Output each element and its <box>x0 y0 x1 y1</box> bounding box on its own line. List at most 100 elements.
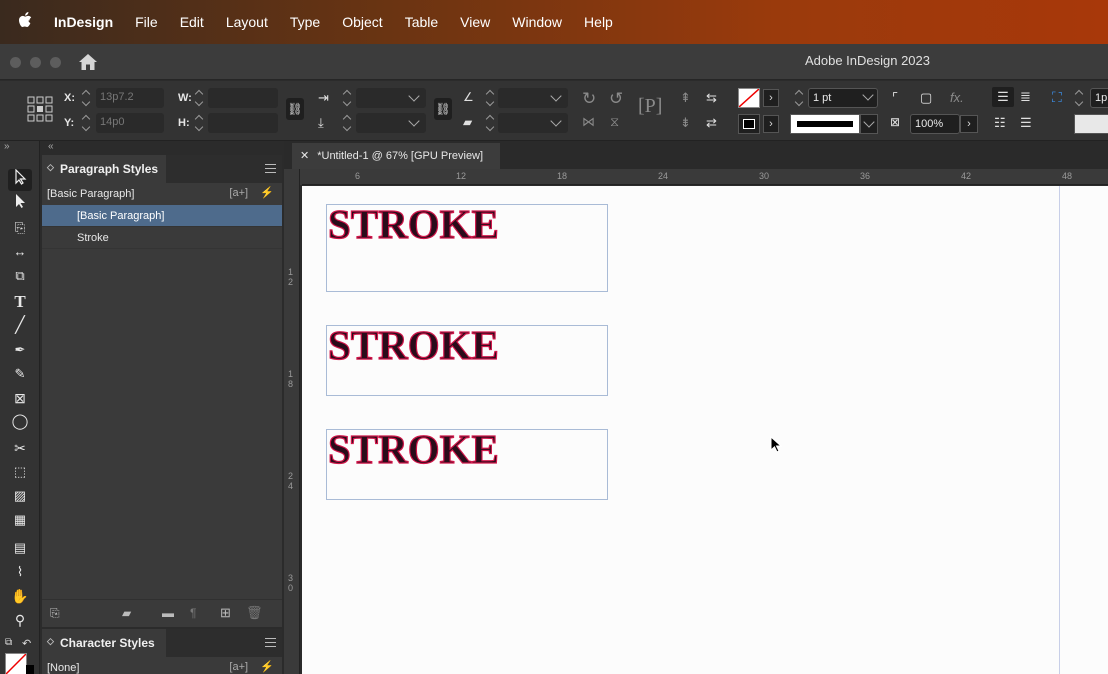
text-frame[interactable]: STROKE <box>326 428 608 500</box>
scale-x-stepper[interactable] <box>342 89 352 107</box>
hand-tool-icon[interactable]: ✋ <box>8 585 32 607</box>
stroke-type-dropdown[interactable] <box>860 114 878 134</box>
constrain-link-icon[interactable]: ⛓ <box>286 98 304 120</box>
rotate-ccw-icon[interactable]: ↺ <box>609 89 623 109</box>
horizontal-ruler[interactable]: 6 12 18 24 30 36 42 48 <box>302 169 1108 185</box>
expand-toolbar-icon[interactable]: » <box>4 141 10 152</box>
panel-menu-icon[interactable] <box>265 164 276 173</box>
close-tab-icon[interactable]: ✕ <box>300 150 309 162</box>
y-field[interactable]: 14p0 <box>96 113 164 133</box>
justify-vertical-icon[interactable]: ☰ <box>1020 115 1032 131</box>
new-style-icon[interactable]: ⊞ <box>220 605 231 621</box>
menu-edit[interactable]: Edit <box>180 14 204 30</box>
align-top-icon[interactable]: ☰ <box>992 87 1014 107</box>
document-tab[interactable]: ✕ *Untitled-1 @ 67% [GPU Preview] <box>292 143 500 169</box>
line-tool-icon[interactable]: ╱ <box>8 315 32 337</box>
style-item-stroke[interactable]: Stroke <box>42 227 282 249</box>
color-swatch-field[interactable] <box>1074 114 1108 134</box>
note-tool-icon[interactable]: ▤ <box>8 537 32 559</box>
w-field[interactable] <box>208 88 278 108</box>
character-styles-tab[interactable]: Character Styles <box>42 629 166 657</box>
apple-icon[interactable] <box>18 11 34 33</box>
direct-selection-tool-icon[interactable] <box>8 193 32 215</box>
collapse-panel-icon[interactable]: « <box>48 141 54 152</box>
style-item-basic-paragraph[interactable]: [Basic Paragraph] <box>42 205 282 227</box>
w-stepper[interactable] <box>194 89 204 107</box>
trash-icon[interactable]: 🗑 <box>246 605 263 621</box>
opacity-field[interactable]: 100% <box>910 114 960 134</box>
document-page[interactable]: STROKE STROKE STROKE <box>302 186 1108 674</box>
auto-fit-icon[interactable]: ⛶ <box>1052 89 1062 106</box>
corner-options-icon[interactable]: ⌜ <box>892 90 898 106</box>
select-next-icon[interactable]: ⇄ <box>706 115 717 131</box>
shear-icon[interactable]: ▰ <box>463 115 472 129</box>
select-content-icon[interactable]: ⇟ <box>680 115 691 131</box>
zoom-tool-icon[interactable]: ⚲ <box>8 609 32 631</box>
rectangle-frame-tool-icon[interactable]: ⊠ <box>8 387 32 409</box>
scissors-tool-icon[interactable]: ✂ <box>8 437 32 459</box>
menu-window[interactable]: Window <box>512 14 562 30</box>
gutter-field[interactable]: 1p <box>1090 88 1108 108</box>
content-collector-icon[interactable]: ⧉ <box>8 265 32 287</box>
drop-shadow-icon[interactable]: ▢ <box>920 90 932 106</box>
menu-table[interactable]: Table <box>405 14 438 30</box>
flip-horizontal-icon[interactable]: ⋈ <box>582 114 595 130</box>
stroke-swatch-icon[interactable] <box>26 665 34 674</box>
menu-type[interactable]: Type <box>290 14 320 30</box>
scale-y-stepper[interactable] <box>342 114 352 132</box>
swap-colors-icon[interactable]: ↶ <box>22 637 31 650</box>
gutter-stepper[interactable] <box>1074 89 1084 107</box>
menu-layout[interactable]: Layout <box>226 14 268 30</box>
x-stepper[interactable] <box>81 89 91 107</box>
select-container-icon[interactable]: ⇞ <box>680 90 691 106</box>
selection-tool-icon[interactable] <box>8 168 32 191</box>
default-colors-icon[interactable]: ⧉ <box>5 637 12 648</box>
new-group-icon[interactable]: ▰ <box>122 606 131 620</box>
shear-stepper[interactable] <box>485 114 495 132</box>
effects-fx-icon[interactable]: fx. <box>950 90 964 105</box>
stroke-weight-stepper[interactable] <box>794 89 804 107</box>
free-transform-tool-icon[interactable]: ⬚ <box>8 461 32 483</box>
constrain-scale-icon[interactable]: ⛓ <box>434 98 452 120</box>
gradient-feather-tool-icon[interactable]: ▦ <box>8 509 32 531</box>
vertical-ruler[interactable]: 1 2 1 8 2 4 3 0 <box>284 169 300 674</box>
ellipse-tool-icon[interactable]: ◯ <box>8 411 32 433</box>
page-tool-icon[interactable]: ⎘ <box>8 217 32 239</box>
fill-menu-arrow[interactable]: › <box>763 89 779 107</box>
select-previous-icon[interactable]: ⇆ <box>706 90 717 106</box>
panel-menu-icon[interactable] <box>265 638 276 647</box>
new-style-from-selection-icon[interactable]: [a+] <box>229 187 248 199</box>
menu-indesign[interactable]: InDesign <box>54 14 113 30</box>
rotate-cw-icon[interactable]: ↻ <box>582 89 596 109</box>
stroke-type-select[interactable] <box>790 114 860 134</box>
menu-view[interactable]: View <box>460 14 490 30</box>
flip-vertical-icon[interactable]: ⧖ <box>610 114 619 130</box>
stroke-menu-arrow[interactable]: › <box>763 115 779 133</box>
fill-none-swatch[interactable] <box>738 88 760 108</box>
close-window-button[interactable] <box>10 57 21 68</box>
quick-apply-icon[interactable]: ⚡ <box>260 661 274 673</box>
eyedropper-tool-icon[interactable]: ⌇ <box>8 561 32 583</box>
text-frame-icon[interactable]: [P] <box>638 95 662 118</box>
menu-file[interactable]: File <box>135 14 158 30</box>
clear-overrides-icon[interactable]: ¶ <box>190 606 196 620</box>
rotate-angle-icon[interactable]: ∠ <box>463 90 474 104</box>
pencil-tool-icon[interactable]: ✎ <box>8 363 32 385</box>
text-frame[interactable]: STROKE <box>326 324 608 396</box>
menu-help[interactable]: Help <box>584 14 613 30</box>
paragraph-styles-tab[interactable]: Paragraph Styles <box>42 155 166 183</box>
gap-tool-icon[interactable]: ↔ <box>8 241 32 263</box>
pen-tool-icon[interactable]: ✒ <box>8 339 32 361</box>
scale-y-icon[interactable]: ⤓ <box>318 115 324 131</box>
zoom-window-button[interactable] <box>50 57 61 68</box>
fill-swatch-icon[interactable] <box>5 653 27 674</box>
load-styles-icon[interactable]: ⎘ <box>50 606 60 621</box>
h-stepper[interactable] <box>194 114 204 132</box>
align-bottom-icon[interactable]: ☷ <box>994 115 1006 131</box>
text-frame[interactable]: STROKE <box>326 203 608 292</box>
gradient-swatch-tool-icon[interactable]: ▨ <box>8 485 32 507</box>
new-style-from-selection-icon[interactable]: [a+] <box>229 661 248 673</box>
opacity-arrow[interactable]: › <box>960 115 978 133</box>
menu-object[interactable]: Object <box>342 14 382 30</box>
y-stepper[interactable] <box>81 114 91 132</box>
